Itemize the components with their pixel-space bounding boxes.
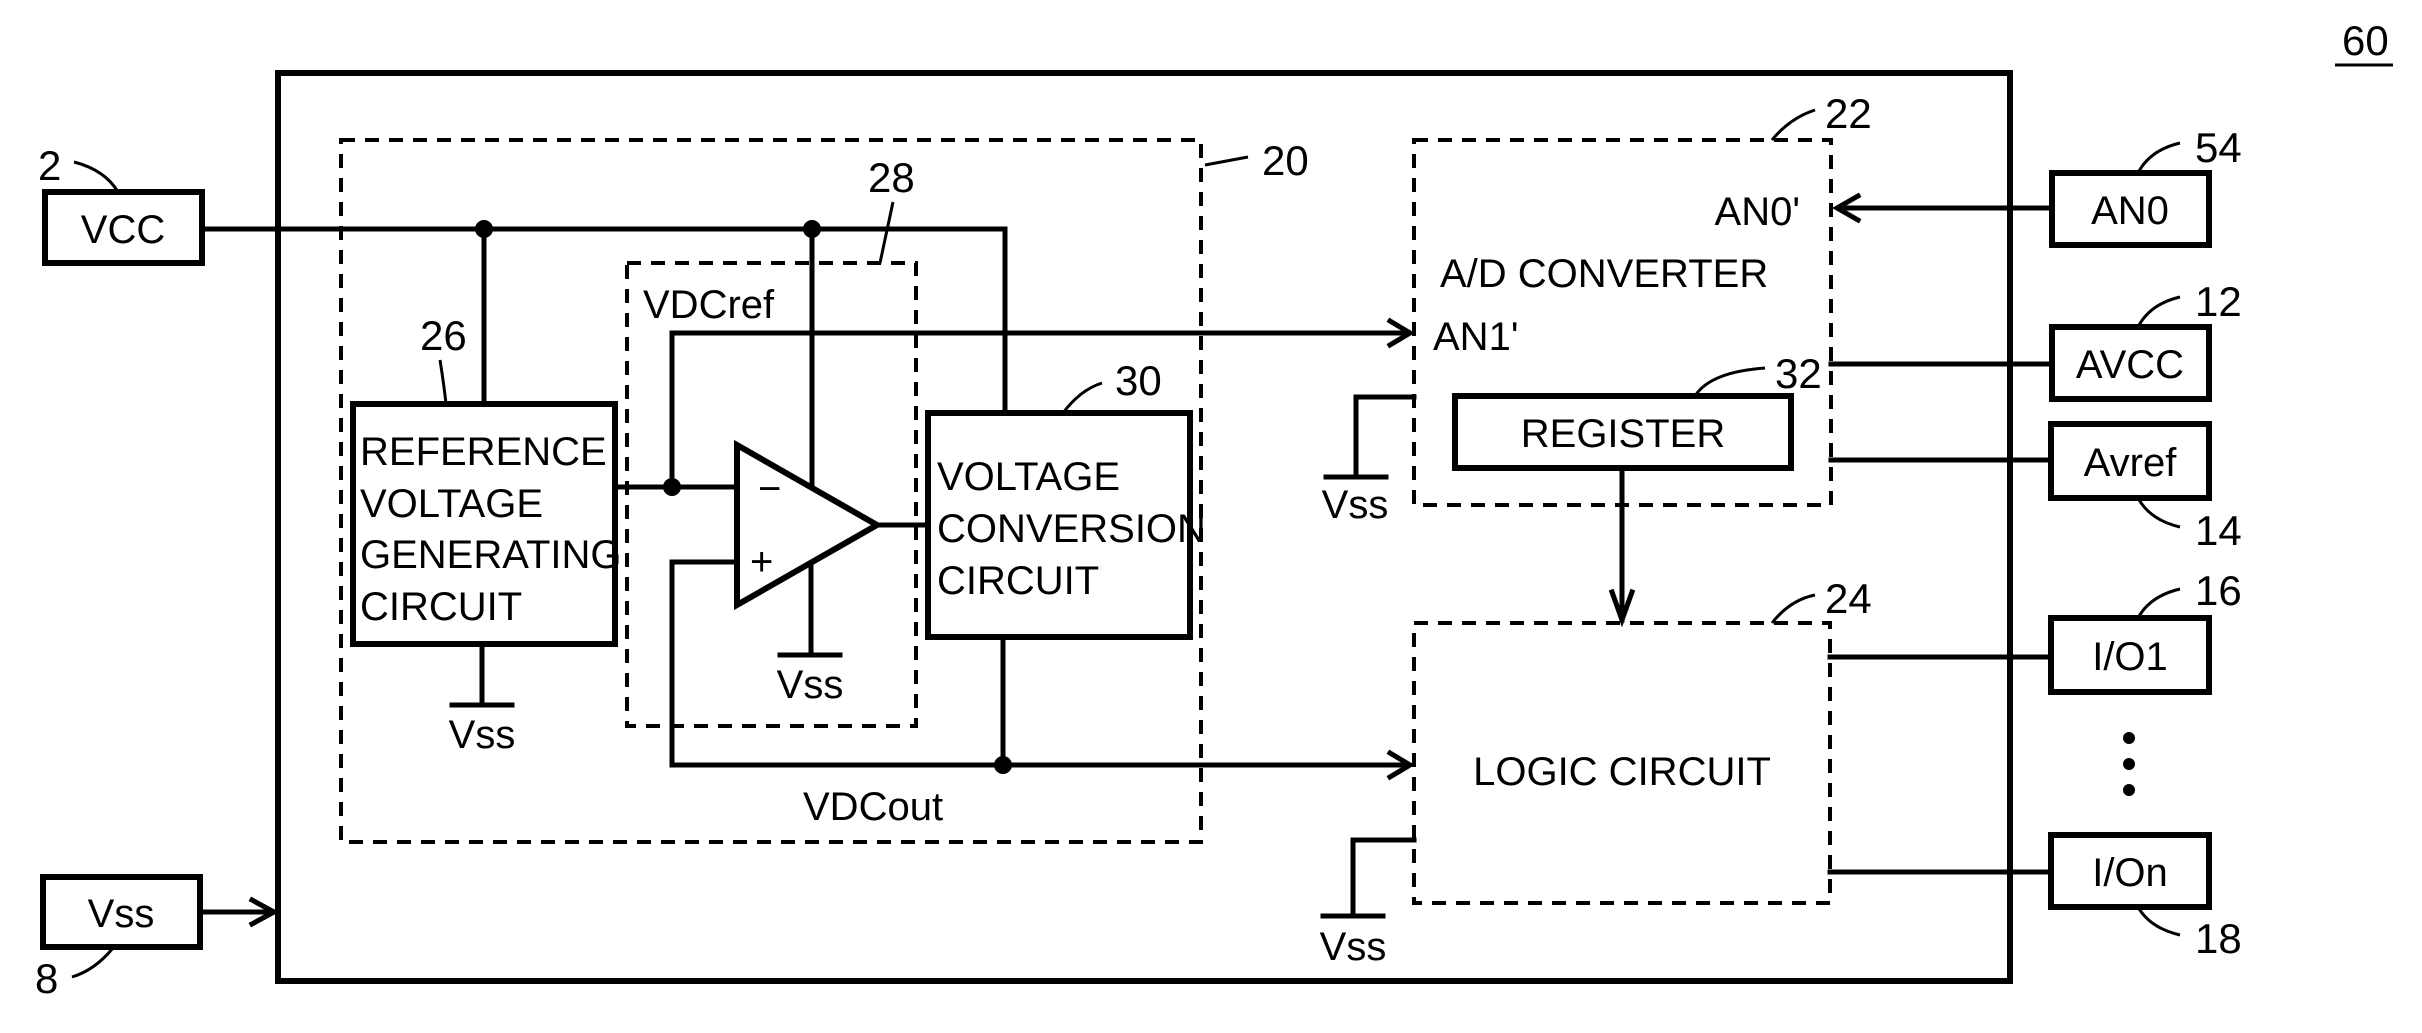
pin-ion-ref: 18 [2195, 915, 2242, 962]
logic-vss-wire [1350, 837, 1417, 919]
reference-circuit-line-4: CIRCUIT [360, 585, 522, 629]
figure-ref-number: 60 [2342, 17, 2389, 64]
reference-circuit-ref: 26 [420, 312, 467, 359]
junction-dot [803, 220, 821, 238]
ellipsis-dot [2123, 758, 2135, 770]
logic-leader [1770, 593, 1816, 624]
pin-vcc-label: VCC [81, 208, 165, 252]
reference-circuit-line-1: REFERENCE [360, 430, 607, 474]
adc-title: A/D CONVERTER [1440, 252, 1768, 296]
adc-ref: 22 [1825, 90, 1872, 137]
pin-an0-leader [2136, 141, 2181, 174]
adc-input-an1: AN1' [1433, 315, 1518, 359]
pin-avcc-ref: 12 [2195, 278, 2242, 325]
pin-ion-label: I/On [2092, 851, 2168, 895]
adc-input-an0: AN0' [1715, 190, 1800, 234]
pin-avref-label: Avref [2084, 441, 2178, 485]
pin-avref-ref: 14 [2195, 507, 2242, 554]
conversion-circuit-leader [1061, 381, 1103, 414]
ground-label: Vss [777, 663, 844, 707]
block-diagram: 60 20 28 VDCref VCC 2 REFERENCE VOLTAGE … [35, 17, 2393, 1002]
pin-vcc-leader [73, 160, 120, 193]
ground-label: Vss [1320, 925, 1387, 969]
pin-an0-ref: 54 [2195, 124, 2242, 171]
reference-circuit-leader [438, 359, 448, 405]
opamp-minus-sign: − [758, 467, 781, 511]
pin-io1-leader [2136, 587, 2181, 619]
pin-vcc-ref: 2 [38, 142, 61, 189]
conversion-circuit-line-3: CIRCUIT [937, 559, 1099, 603]
vdcout-label: VDCout [803, 785, 943, 829]
pin-avcc-label: AVCC [2076, 343, 2184, 387]
pin-an0-label: AN0 [2091, 189, 2169, 233]
conversion-circuit-line-2: CONVERSION [937, 507, 1206, 551]
register-leader [1693, 366, 1766, 397]
pin-avcc-leader [2136, 295, 2181, 328]
register-ref: 32 [1775, 350, 1822, 397]
conversion-circuit-ref: 30 [1115, 357, 1162, 404]
pin-vss-label: Vss [88, 892, 155, 936]
pin-ion-leader [2136, 906, 2181, 937]
register-label: REGISTER [1521, 412, 1725, 456]
vcc-bus-wire [199, 226, 1008, 415]
vdcref-label: VDCref [643, 283, 775, 327]
pin-avref-leader [2136, 497, 2181, 529]
logic-title: LOGIC CIRCUIT [1473, 750, 1771, 794]
ground-label: Vss [1322, 483, 1389, 527]
comparator-block-leader [878, 201, 895, 264]
pin-io1-ref: 16 [2195, 567, 2242, 614]
adc-leader [1770, 108, 1816, 141]
conversion-circuit-line-1: VOLTAGE [937, 455, 1120, 499]
junction-dot [475, 220, 493, 238]
logic-ref: 24 [1825, 575, 1872, 622]
ground-label: Vss [449, 713, 516, 757]
pin-io1-label: I/O1 [2092, 635, 2168, 679]
junction-dot [663, 478, 681, 496]
pin-vss-leader [71, 947, 115, 979]
opamp-plus-sign: + [750, 540, 773, 584]
comparator-block-ref: 28 [868, 154, 915, 201]
ellipsis-dot [2123, 732, 2135, 744]
reference-circuit-line-2: VOLTAGE [360, 482, 543, 526]
power-block-leader [1204, 155, 1249, 167]
junction-dot [994, 756, 1012, 774]
ellipsis-dot [2123, 784, 2135, 796]
adc-vss-wire [1353, 394, 1417, 480]
pin-vss-ref: 8 [35, 955, 58, 1002]
reference-circuit-line-3: GENERATING [360, 533, 622, 577]
power-block-ref: 20 [1262, 137, 1309, 184]
